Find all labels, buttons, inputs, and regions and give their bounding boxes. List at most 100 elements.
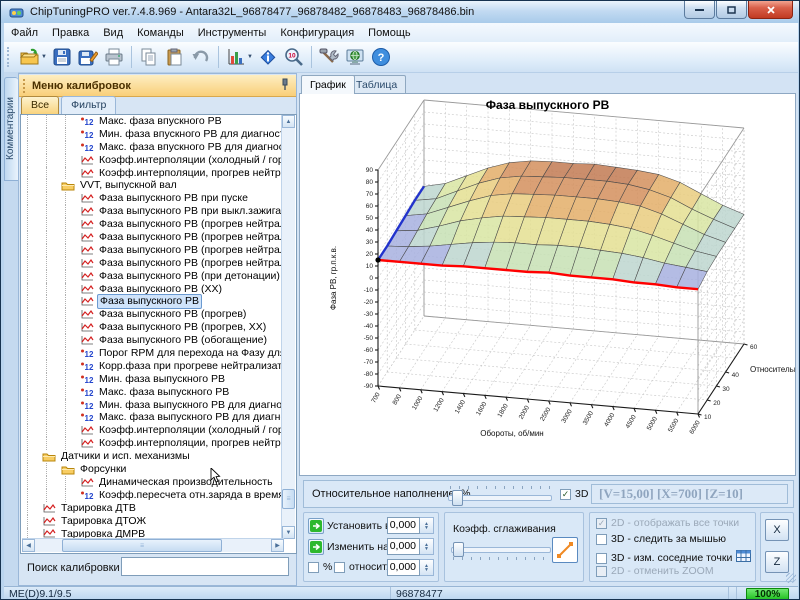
tree-item[interactable]: Фаза выпускного РВ (обогащение) xyxy=(22,334,284,347)
tree-item-label[interactable]: Фаза выпускного РВ (прогрев) xyxy=(97,308,248,321)
tree-item[interactable]: Фаза выпускного РВ (прогрев) xyxy=(22,308,284,321)
scroll-thumb[interactable]: ≡ xyxy=(62,539,222,552)
tree-item[interactable]: 12Мин. фаза выпускного РВ для диагностик… xyxy=(22,399,284,412)
menu-item-4[interactable]: Инструменты xyxy=(191,25,274,41)
tab-filter[interactable]: Фильтр xyxy=(61,96,116,114)
save-icon[interactable] xyxy=(49,45,75,69)
tree-folder[interactable]: VVT, выпускной вал xyxy=(22,179,284,192)
spinner-arrows-icon[interactable]: ▲▼ xyxy=(420,517,434,534)
network-icon[interactable] xyxy=(342,45,368,69)
tree-item[interactable]: Фаза выпускного РВ (прогрев нейтрал., ХХ… xyxy=(22,244,284,257)
scroll-right-icon[interactable]: ▶ xyxy=(271,539,284,552)
checkbox-percent[interactable]: % xyxy=(308,561,332,573)
pin-icon[interactable] xyxy=(280,78,290,96)
tree-item-label[interactable]: Коэфф.интерполяции (холодный / горячий ) xyxy=(97,424,284,437)
tree-item-label[interactable]: Фаза выпускного РВ (прогрев нейтрал., ХХ… xyxy=(97,244,284,257)
tree-item[interactable]: Тарировка ДТВ xyxy=(22,502,284,515)
z-axis-button[interactable]: Z xyxy=(765,551,789,573)
tree-item-label[interactable]: Фаза выпускного РВ xyxy=(97,294,202,309)
interpolate-button[interactable] xyxy=(552,537,578,563)
tree-item-label[interactable]: Мин. фаза выпускного РВ xyxy=(97,373,227,386)
checkbox-3d[interactable]: 3D xyxy=(560,488,588,500)
info-icon[interactable] xyxy=(255,45,281,69)
tree-item-label[interactable]: Фаза выпускного РВ (прогрев нейтрализато… xyxy=(97,218,284,231)
x-axis-button[interactable]: X xyxy=(765,519,789,541)
tree-item-label[interactable]: Порог RPM для перехода на Фазу для режим… xyxy=(97,347,284,360)
tree-item-label[interactable]: Фаза выпускного РВ при пуске xyxy=(97,192,250,205)
help-icon[interactable]: ? xyxy=(368,45,394,69)
slider-thumb[interactable] xyxy=(452,490,463,506)
tree-item-label[interactable]: Коэфф.интерполяции (холодный / горячий ) xyxy=(97,154,284,167)
tree-item-label[interactable]: Фаза выпускного РВ (прогрев нейтрал., ХХ… xyxy=(97,257,284,270)
grid-icon[interactable] xyxy=(736,549,751,567)
set-value-spinner[interactable]: 0,000 ▲▼ xyxy=(387,517,434,534)
tree-item-label[interactable]: Фаза выпускного РВ (прогрев, ХХ) xyxy=(97,321,268,334)
tree-item-label[interactable]: Тарировка ДТВ xyxy=(59,502,138,515)
tree-item-label[interactable]: Фаза выпускного РВ (при детонации) xyxy=(97,270,282,283)
tree-item[interactable]: Фаза выпускного РВ (прогрев нейтрал., ХХ… xyxy=(22,257,284,270)
checkbox-box[interactable] xyxy=(560,489,571,500)
tree-item-label[interactable]: Макс. фаза впускного РВ для диагностики xyxy=(97,141,284,154)
maximize-button[interactable] xyxy=(716,1,747,19)
chart-area[interactable]: -90-80-70-60-50-40-30-20-100102030405060… xyxy=(299,93,796,476)
tree-item[interactable]: 12Порог RPM для перехода на Фазу для реж… xyxy=(22,347,284,360)
tree-item-label[interactable]: Фаза выпускного РВ при выкл.зажигания xyxy=(97,205,284,218)
slider-thumb[interactable] xyxy=(453,542,464,557)
tree-item[interactable]: Тарировка ДТОЖ xyxy=(22,515,284,528)
zoom-10-icon[interactable]: 10 xyxy=(281,45,307,69)
print-icon[interactable] xyxy=(101,45,127,69)
tree-item-label[interactable]: Макс. фаза выпускного РВ xyxy=(97,386,231,399)
apply-change-button[interactable] xyxy=(308,539,324,555)
paste-icon[interactable] xyxy=(162,45,188,69)
tab-graph[interactable]: График xyxy=(301,75,355,94)
tree-item-label[interactable]: Тарировка ДТОЖ xyxy=(59,515,148,528)
menu-item-6[interactable]: Помощь xyxy=(361,25,418,41)
tree-item[interactable]: Фаза выпускного РВ (прогрев, ХХ) xyxy=(22,321,284,334)
save-as-icon[interactable] xyxy=(75,45,101,69)
tools-icon[interactable] xyxy=(316,45,342,69)
fill-slider[interactable] xyxy=(448,490,552,504)
tree-item[interactable]: Коэфф.интерполяции, прогрев нейтр. (холо… xyxy=(22,437,284,450)
tree-item-label[interactable]: Форсунки xyxy=(78,463,128,476)
tree-item-label[interactable]: Макс. фаза выпускного РВ для диагностики xyxy=(97,411,284,424)
tree-item-label[interactable]: Мин. фаза выпускного РВ для диагностики xyxy=(97,399,284,412)
title-bar[interactable]: ChipTuningPRO ver.7.4.8.969 - Antara32L_… xyxy=(1,1,800,23)
surface-chart[interactable]: -90-80-70-60-50-40-30-20-100102030405060… xyxy=(300,94,795,475)
tree-vertical-scrollbar[interactable]: ▲ ▼ ≡ xyxy=(281,115,295,539)
menu-item-3[interactable]: Команды xyxy=(130,25,191,41)
checkbox-box[interactable] xyxy=(596,534,607,545)
tree-item-label[interactable]: VVT, выпускной вал xyxy=(78,179,179,192)
minimize-button[interactable] xyxy=(684,1,715,19)
change-value-spinner[interactable]: 0,000 ▲▼ xyxy=(387,538,434,555)
tree-item[interactable]: 12Макс. фаза выпускного РВ xyxy=(22,386,284,399)
tree-item[interactable]: Коэфф.интерполяции (холодный / горячий ) xyxy=(22,424,284,437)
tree-item[interactable]: Фаза выпускного РВ (прогрев нейтрал., хо… xyxy=(22,231,284,244)
mode-checkbox-1[interactable]: 3D - следить за мышью xyxy=(596,533,726,545)
chart-icon[interactable] xyxy=(223,45,249,69)
undo-icon[interactable] xyxy=(188,45,214,69)
spinner-arrows-icon[interactable]: ▲▼ xyxy=(420,538,434,555)
tree-item[interactable]: 12Макс. фаза впускного РВ xyxy=(22,115,284,128)
chart-dropdown-icon[interactable]: ▼ xyxy=(247,54,253,60)
open-dropdown-icon[interactable]: ▼ xyxy=(41,54,47,60)
tree-item[interactable]: 12Мин. фаза выпускного РВ xyxy=(22,373,284,386)
tree-item[interactable]: Фаза выпускного РВ при выкл.зажигания xyxy=(22,205,284,218)
tree-item[interactable]: Коэфф.интерполяции (холодный / горячий ) xyxy=(22,154,284,167)
scroll-thumb[interactable]: ≡ xyxy=(282,489,295,509)
tree-horizontal-scrollbar[interactable]: ◀ ▶ ≡ xyxy=(22,538,284,552)
tab-all[interactable]: Все xyxy=(21,96,59,114)
tree-item-label[interactable]: Коэфф.пересчета отн.заряда в время впрыс… xyxy=(97,489,284,502)
tree-item-label[interactable]: Фаза выпускного РВ (прогрев нейтрал., хо… xyxy=(97,231,284,244)
tree-item[interactable]: Фаза выпускного РВ xyxy=(22,295,284,308)
resize-grip[interactable] xyxy=(786,573,796,583)
tree-item[interactable]: 12Мин. фаза впускного РВ для диагностики xyxy=(22,128,284,141)
tree-folder[interactable]: Форсунки xyxy=(22,463,284,476)
tree-item-label[interactable]: Фаза выпускного РВ (обогащение) xyxy=(97,334,269,347)
relative-value-spinner[interactable]: 0,000 ▲▼ xyxy=(387,559,434,576)
comments-tab[interactable]: Комментарии xyxy=(4,77,18,181)
tree-folder[interactable]: Датчики и исп. механизмы xyxy=(22,450,284,463)
tree-item[interactable]: Фаза выпускного РВ (прогрев нейтрализато… xyxy=(22,218,284,231)
tree-item-label[interactable]: Коэфф.интерполяции, прогрев нейтр. (холо… xyxy=(97,167,284,180)
tree-item[interactable]: 12Коэфф.пересчета отн.заряда в время впр… xyxy=(22,489,284,502)
close-button[interactable] xyxy=(748,1,793,19)
